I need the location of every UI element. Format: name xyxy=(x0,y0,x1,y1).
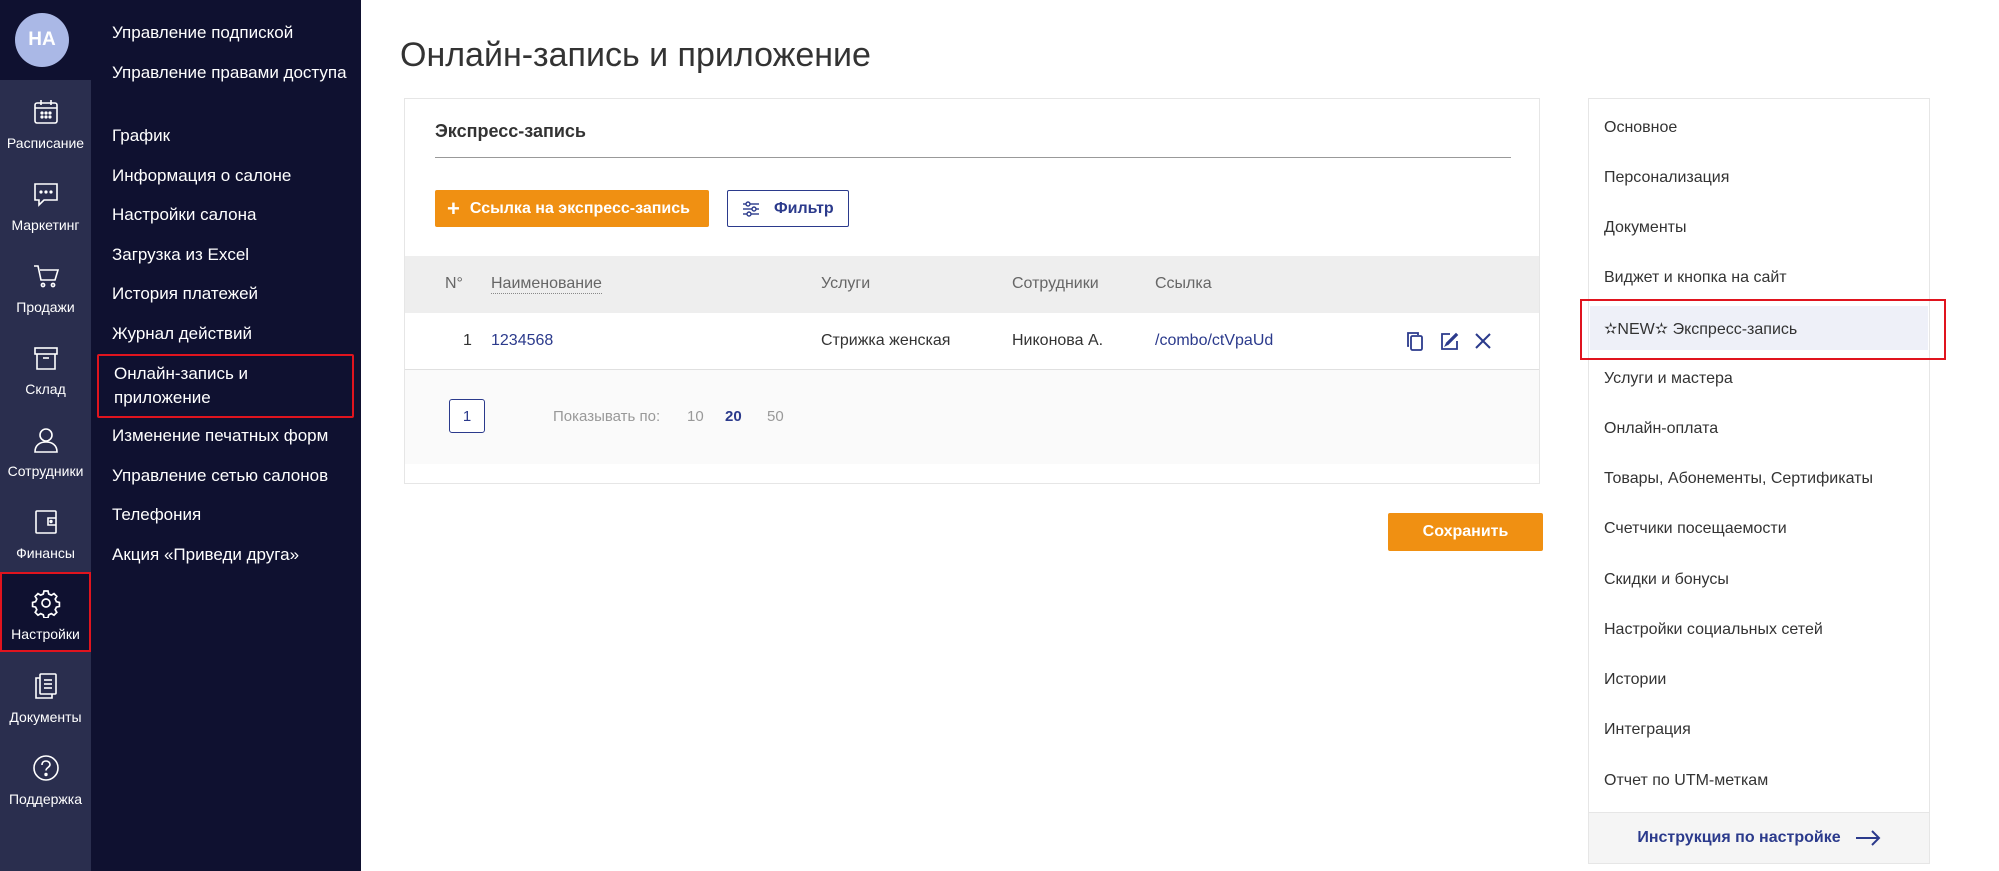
section-title: Экспресс-запись xyxy=(435,121,586,141)
documents-icon xyxy=(34,673,57,699)
instructions-label: Инструкция по настройке xyxy=(1637,829,1841,846)
per-page-10[interactable]: 10 xyxy=(687,408,704,425)
settings-item-stories[interactable]: Истории xyxy=(1604,671,1666,689)
person-icon xyxy=(33,428,58,453)
settings-item-online-payment[interactable]: Онлайн-оплата xyxy=(1604,420,1718,438)
add-express-link-label: Ссылка на экспресс-запись xyxy=(469,199,690,217)
col-link: Ссылка xyxy=(1155,275,1212,292)
row-staff: Никонова А. xyxy=(1012,332,1104,349)
settings-item-goods-certificates[interactable]: Товары, Абонементы, Сертификаты xyxy=(1604,470,1873,488)
submenu-item-excel-import[interactable]: Загрузка из Excel xyxy=(112,243,352,267)
save-button[interactable]: Сохранить xyxy=(1388,513,1543,551)
page-title: Онлайн-запись и приложение xyxy=(400,36,871,74)
settings-submenu: Управление подпиской Управление правами … xyxy=(91,0,361,871)
per-page-20[interactable]: 20 xyxy=(725,408,742,425)
close-icon[interactable] xyxy=(1471,329,1495,353)
wallet-icon xyxy=(34,510,57,534)
rail-item-warehouse[interactable]: Склад xyxy=(0,331,91,413)
rail-item-settings[interactable]: Настройки xyxy=(0,572,91,652)
col-name[interactable]: Наименование xyxy=(491,275,602,294)
submenu-item-salon-settings[interactable]: Настройки салона xyxy=(112,203,352,227)
divider xyxy=(435,157,1511,158)
submenu-item-telephony[interactable]: Телефония xyxy=(112,503,352,527)
per-page-label: Показывать по: xyxy=(553,408,661,425)
rail-item-label: Сотрудники xyxy=(7,463,84,479)
cart-icon xyxy=(33,265,59,288)
row-name-link[interactable]: 1234568 xyxy=(491,332,553,350)
rail-item-label: Продажи xyxy=(16,299,75,315)
box-icon xyxy=(33,347,58,370)
arrow-right-icon xyxy=(1855,830,1881,846)
rail-item-staff[interactable]: Сотрудники xyxy=(0,413,91,495)
rail-item-documents[interactable]: Документы xyxy=(0,659,91,741)
add-express-link-button[interactable]: + Ссылка на экспресс-запись xyxy=(435,190,709,227)
row-link[interactable]: /combo/ctVpaUd xyxy=(1155,332,1273,350)
submenu-item-action-log[interactable]: Журнал действий xyxy=(112,322,352,346)
express-booking-card: Экспресс-запись + Ссылка на экспресс-зап… xyxy=(404,98,1540,484)
gear-icon xyxy=(31,590,60,618)
filter-button[interactable]: Фильтр xyxy=(727,190,849,227)
submenu-item-subscription[interactable]: Управление подпиской xyxy=(112,21,352,45)
chat-icon xyxy=(33,183,58,207)
submenu-item-print-forms[interactable]: Изменение печатных форм xyxy=(112,424,352,448)
per-page-50[interactable]: 50 xyxy=(767,408,784,425)
rail-item-label: Финансы xyxy=(16,545,75,561)
copy-icon[interactable] xyxy=(1403,329,1427,353)
row-number: 1 xyxy=(463,332,472,349)
settings-item-express-booking[interactable]: ✫NEW✫ Экспресс-запись xyxy=(1604,319,1797,339)
icon-rail: НА Расписание Маркетинг Продажи Склад Со… xyxy=(0,0,91,871)
avatar[interactable]: НА xyxy=(15,13,69,67)
settings-item-utm-report[interactable]: Отчет по UTM-меткам xyxy=(1604,772,1768,790)
rail-item-label: Поддержка xyxy=(8,791,83,807)
settings-item-services-masters[interactable]: Услуги и мастера xyxy=(1604,370,1733,388)
settings-item-personalization[interactable]: Персонализация xyxy=(1604,169,1729,187)
submenu-item-payment-history[interactable]: История платежей xyxy=(112,282,352,306)
help-icon xyxy=(32,755,59,781)
rail-item-label: Склад xyxy=(25,381,66,397)
avatar-area: НА xyxy=(0,0,91,80)
settings-section-menu: Основное Персонализация Документы Виджет… xyxy=(1580,98,1946,864)
table-row: 1 1234568 Стрижка женская Никонова А. /c… xyxy=(405,313,1539,370)
row-service: Стрижка женская xyxy=(821,332,951,349)
rail-item-marketing[interactable]: Маркетинг xyxy=(0,167,91,249)
settings-item-integration[interactable]: Интеграция xyxy=(1604,721,1691,739)
settings-item-counters[interactable]: Счетчики посещаемости xyxy=(1604,520,1787,538)
row-actions xyxy=(1403,329,1495,353)
filter-sliders-icon xyxy=(743,200,759,217)
submenu-item-access-rights[interactable]: Управление правами доступа xyxy=(112,61,352,85)
col-staff: Сотрудники xyxy=(1012,275,1099,292)
col-services: Услуги xyxy=(821,275,871,292)
pagination: 1 Показывать по: 10 20 50 xyxy=(405,370,1539,464)
submenu-item-salon-info[interactable]: Информация о салоне xyxy=(112,164,352,188)
submenu-item-salon-network[interactable]: Управление сетью салонов xyxy=(112,464,352,488)
settings-item-widget[interactable]: Виджет и кнопка на сайт xyxy=(1604,269,1787,287)
rail-item-label: Настройки xyxy=(11,626,80,642)
table-header: N° Наименование Услуги Сотрудники Ссылка xyxy=(405,256,1539,313)
rail-item-label: Маркетинг xyxy=(11,217,80,233)
rail-item-support[interactable]: Поддержка xyxy=(0,741,91,823)
rail-item-label: Документы xyxy=(9,709,82,725)
rail-item-schedule[interactable]: Расписание xyxy=(0,85,91,167)
settings-item-social[interactable]: Настройки социальных сетей xyxy=(1604,621,1823,639)
settings-item-discounts[interactable]: Скидки и бонусы xyxy=(1604,571,1729,589)
filter-label: Фильтр xyxy=(774,199,834,217)
calendar-icon xyxy=(33,100,58,124)
instructions-link[interactable]: Инструкция по настройке xyxy=(1589,812,1929,863)
edit-icon[interactable] xyxy=(1437,329,1461,353)
rail-item-finance[interactable]: Финансы xyxy=(0,495,91,577)
page-button[interactable]: 1 xyxy=(449,399,485,433)
rail-item-label: Расписание xyxy=(6,135,85,151)
submenu-item-refer-friend[interactable]: Акция «Приведи друга» xyxy=(112,543,352,567)
submenu-item-schedule[interactable]: График xyxy=(112,124,352,148)
settings-item-documents[interactable]: Документы xyxy=(1604,219,1686,237)
plus-icon: + xyxy=(447,195,460,221)
col-number: N° xyxy=(445,275,463,292)
submenu-item-online-booking[interactable]: Онлайн-запись и приложение xyxy=(97,354,354,418)
rail-item-sales[interactable]: Продажи xyxy=(0,249,91,331)
settings-item-general[interactable]: Основное xyxy=(1604,119,1677,137)
